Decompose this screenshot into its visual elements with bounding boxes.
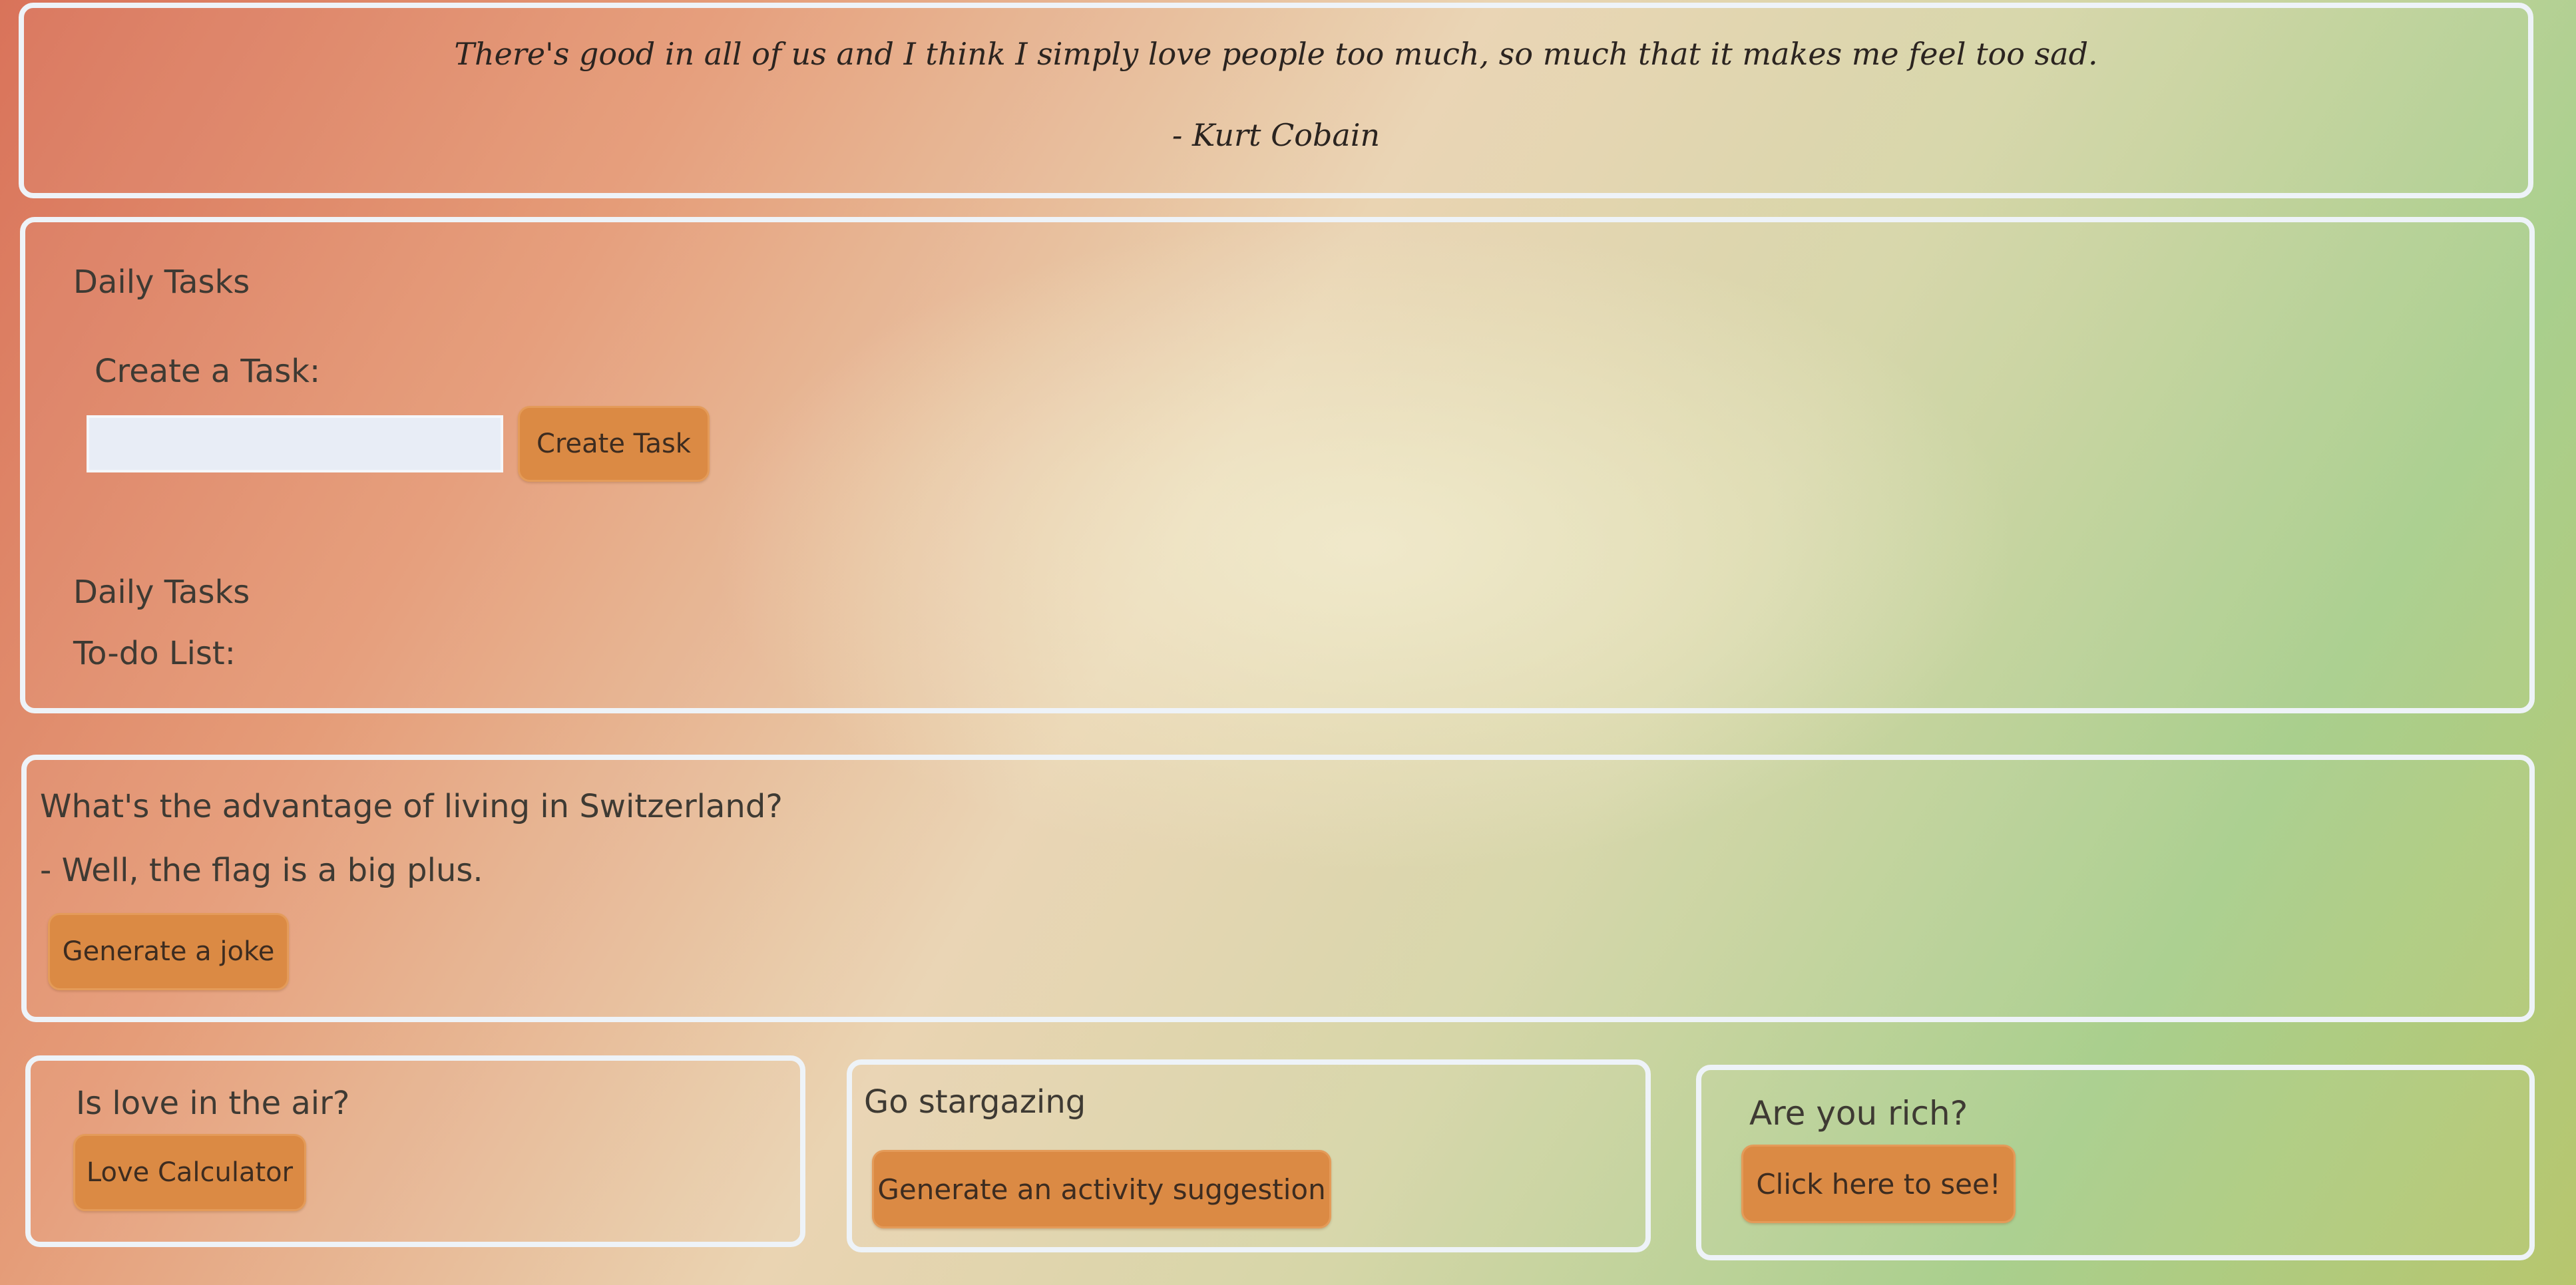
generate-joke-button[interactable]: Generate a joke bbox=[48, 913, 289, 990]
click-here-to-see-button[interactable]: Click here to see! bbox=[1741, 1145, 2016, 1223]
create-task-button[interactable]: Create Task bbox=[518, 406, 710, 482]
daily-tasks-heading: Daily Tasks bbox=[73, 264, 250, 301]
daily-tasks-card: Daily Tasks Create a Task: Create Task D… bbox=[20, 217, 2535, 713]
task-input[interactable] bbox=[87, 415, 503, 472]
joke-question: What's the advantage of living in Switze… bbox=[40, 788, 783, 825]
rich-card: Are you rich? Click here to see! bbox=[1696, 1065, 2535, 1260]
quote-text: There's good in all of us and I think I … bbox=[454, 36, 2098, 72]
joke-answer: - Well, the flag is a big plus. bbox=[40, 852, 483, 889]
stargazing-card: Go stargazing Generate an activity sugge… bbox=[847, 1059, 1651, 1252]
love-card: Is love in the air? Love Calculator bbox=[25, 1055, 805, 1247]
stargazing-heading: Go stargazing bbox=[864, 1083, 1086, 1121]
love-heading: Is love in the air? bbox=[76, 1085, 350, 1122]
daily-tasks-list-heading: Daily Tasks bbox=[73, 574, 250, 611]
activity-suggestion-button[interactable]: Generate an activity suggestion bbox=[872, 1150, 1331, 1228]
create-task-label: Create a Task: bbox=[95, 353, 321, 390]
todo-list-label: To-do List: bbox=[73, 635, 236, 672]
quote-author: - Kurt Cobain bbox=[1172, 117, 1381, 153]
joke-card: What's the advantage of living in Switze… bbox=[21, 755, 2535, 1022]
rich-heading: Are you rich? bbox=[1749, 1094, 1968, 1133]
quote-card: There's good in all of us and I think I … bbox=[19, 3, 2533, 198]
love-calculator-button[interactable]: Love Calculator bbox=[73, 1134, 306, 1211]
